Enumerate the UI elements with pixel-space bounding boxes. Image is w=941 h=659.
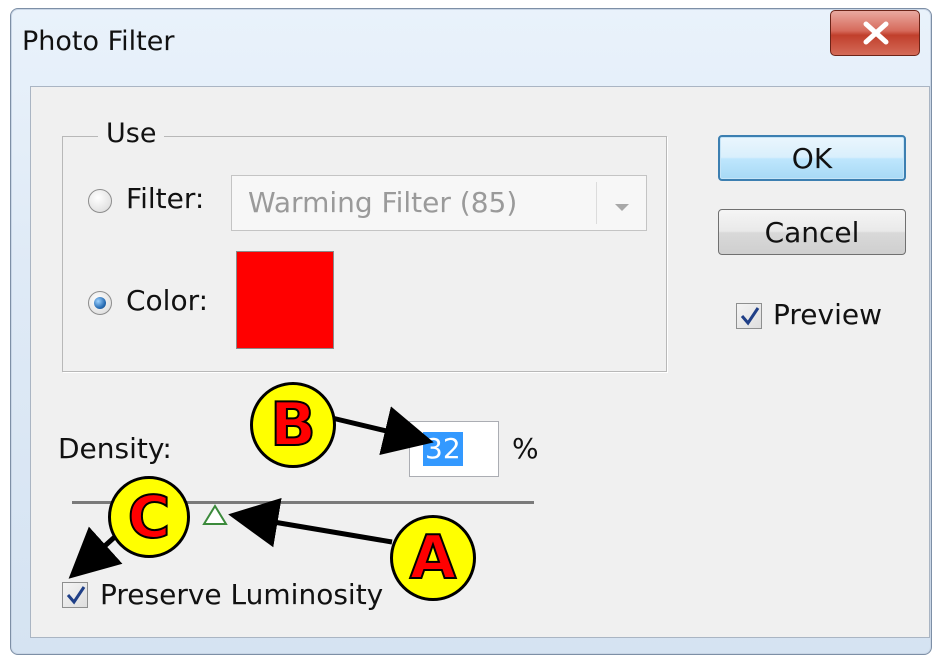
- callout-c: C: [108, 476, 190, 558]
- arrow-a: [228, 498, 393, 548]
- arrow-b: [331, 406, 434, 456]
- arrow-c: [68, 526, 123, 579]
- callout-a: A: [390, 515, 476, 601]
- callout-b: B: [250, 382, 336, 468]
